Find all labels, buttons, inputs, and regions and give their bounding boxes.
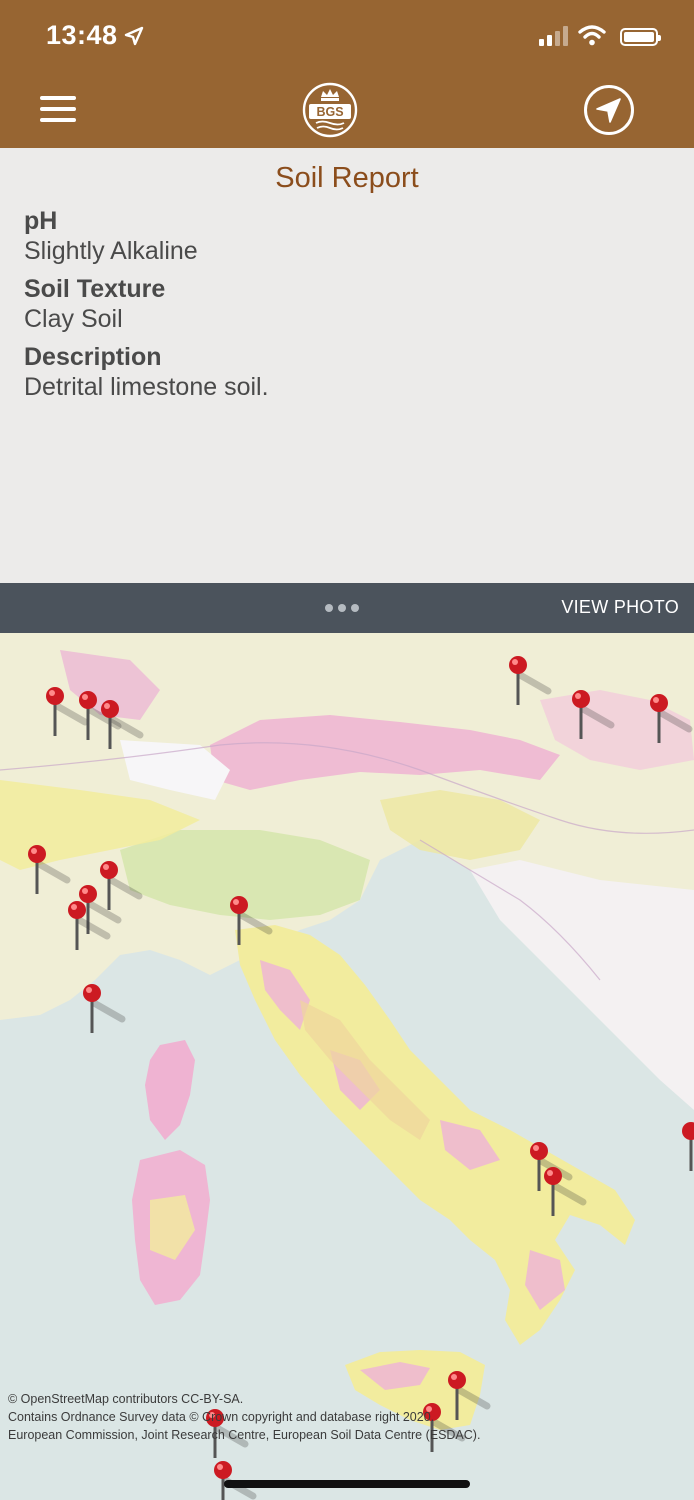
description-field: Description Detrital limestone soil. — [24, 342, 269, 402]
locate-me-button[interactable] — [583, 84, 635, 136]
logo-text: BGS — [316, 105, 343, 119]
map-attribution: © OpenStreetMap contributors CC-BY-SA. C… — [8, 1390, 480, 1444]
soil-texture-value: Clay Soil — [24, 305, 123, 333]
attribution-line: Contains Ordnance Survey data © Crown co… — [8, 1410, 435, 1424]
description-label: Description — [24, 343, 162, 371]
view-photo-button[interactable]: VIEW PHOTO — [561, 597, 679, 618]
bgs-logo: BGS — [302, 82, 358, 138]
ph-field: pH Slightly Alkaline — [24, 206, 198, 266]
status-time: 13:48 — [46, 20, 118, 50]
home-indicator[interactable] — [224, 1480, 470, 1488]
drawer-handle-bar[interactable]: VIEW PHOTO — [0, 583, 694, 633]
drawer-grip-icon[interactable] — [325, 604, 359, 612]
map-canvas[interactable] — [0, 633, 694, 1500]
app-header: 13:48 BGS — [0, 0, 694, 148]
menu-button[interactable] — [40, 96, 76, 122]
battery-icon — [620, 28, 661, 46]
attribution-line: European Commission, Joint Research Cent… — [8, 1428, 481, 1442]
soil-map[interactable] — [0, 633, 694, 1500]
wifi-icon — [578, 25, 606, 46]
attribution-line: © OpenStreetMap contributors CC-BY-SA. — [8, 1392, 244, 1406]
cellular-signal-icon — [539, 24, 568, 46]
location-services-icon — [124, 26, 144, 46]
description-value: Detrital limestone soil. — [24, 373, 269, 401]
soil-texture-field: Soil Texture Clay Soil — [24, 274, 165, 334]
ph-value: Slightly Alkaline — [24, 237, 198, 265]
soil-texture-label: Soil Texture — [24, 275, 166, 303]
ph-label: pH — [24, 207, 58, 235]
soil-report-panel: Soil Report pH Slightly Alkaline Soil Te… — [0, 148, 694, 583]
report-title: Soil Report — [275, 162, 419, 194]
status-indicators — [539, 24, 661, 46]
